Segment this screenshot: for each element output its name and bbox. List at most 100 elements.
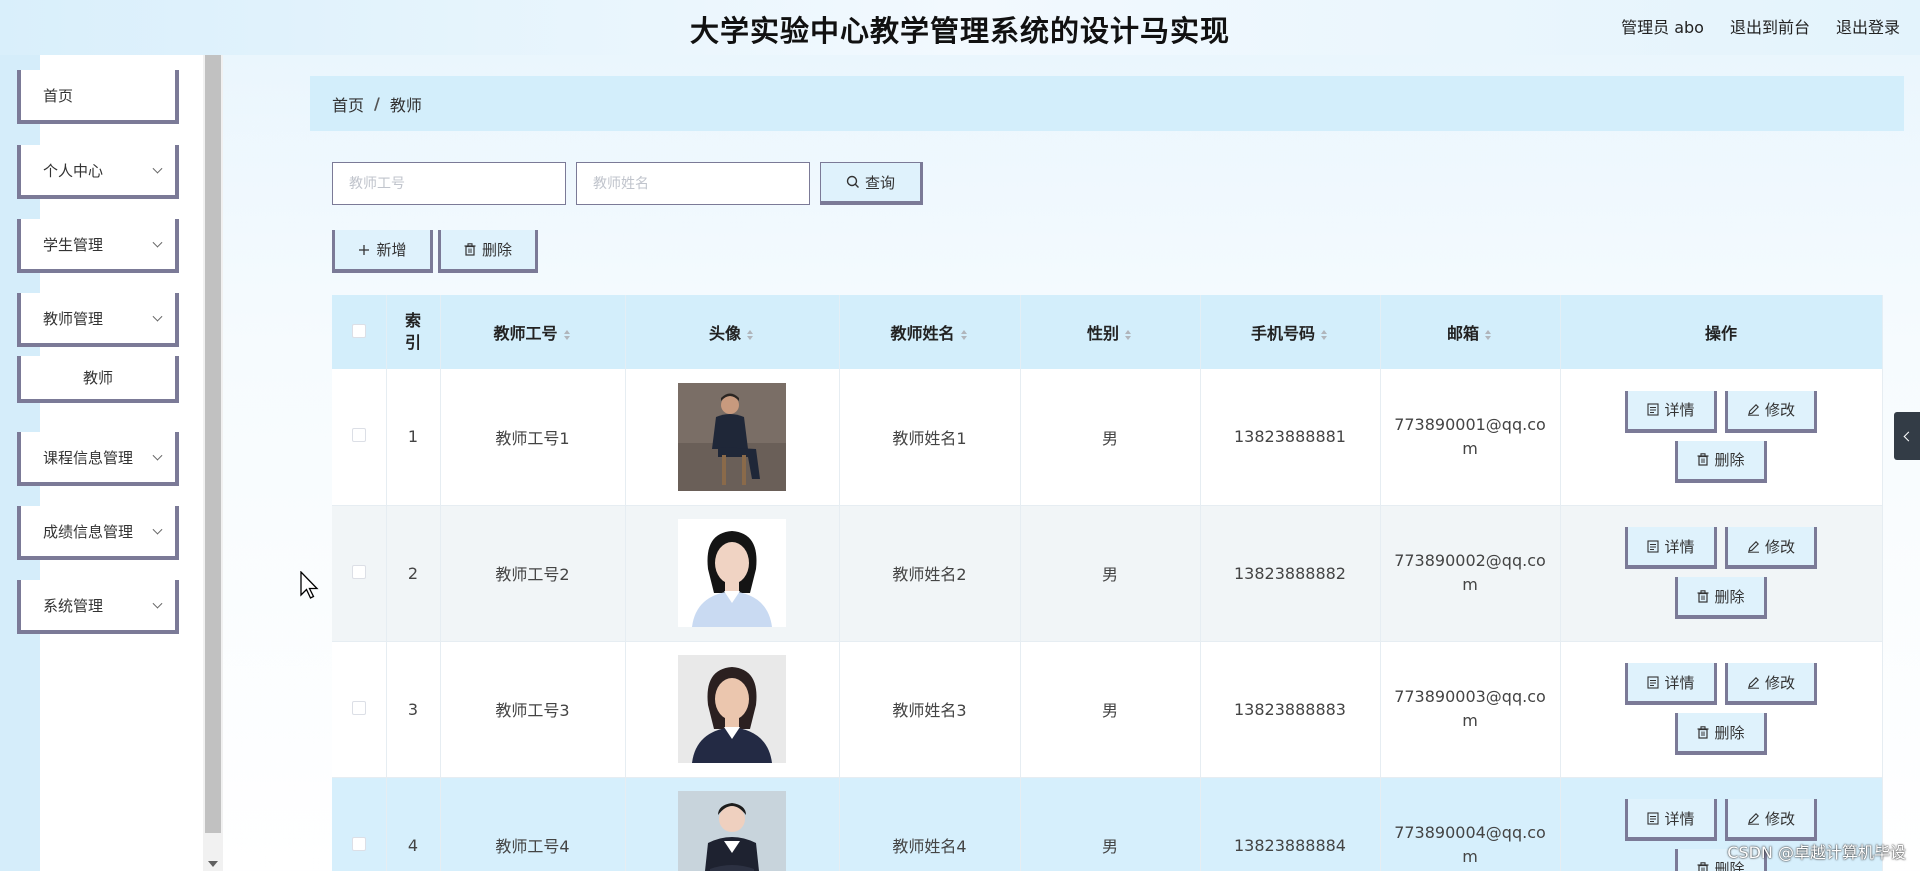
teacher-avatar-image xyxy=(678,655,786,763)
table-row[interactable]: 4 教师工号4 教师姓名4 男 13823888884 773890004@qq… xyxy=(332,777,1883,871)
sidebar-item-label: 系统管理 xyxy=(43,596,104,615)
sidebar-item-label: 成绩信息管理 xyxy=(43,522,134,541)
exit-to-front-link[interactable]: 退出到前台 xyxy=(1730,14,1810,38)
sidebar-item-home[interactable]: 首页 xyxy=(17,70,179,124)
logout-link[interactable]: 退出登录 xyxy=(1836,14,1900,38)
right-collapse-tab[interactable] xyxy=(1894,412,1920,460)
scrollbar-thumb[interactable] xyxy=(205,55,221,833)
sidebar-item-personal-center[interactable]: 个人中心 xyxy=(17,145,179,199)
row-select-cell[interactable] xyxy=(332,641,387,778)
cell-index: 4 xyxy=(386,777,441,871)
sort-icon[interactable] xyxy=(563,329,572,340)
sort-icon[interactable] xyxy=(747,329,755,340)
select-all-header[interactable] xyxy=(332,295,387,369)
sidebar-item-course-management[interactable]: 课程信息管理 xyxy=(17,432,179,486)
breadcrumb-home[interactable]: 首页 xyxy=(332,92,364,116)
search-icon xyxy=(846,175,859,188)
scroll-down-arrow-icon[interactable] xyxy=(208,861,218,867)
header-teacher-no[interactable]: 教师工号 xyxy=(440,295,626,369)
batch-delete-button[interactable]: 删除 xyxy=(438,230,538,273)
sort-icon[interactable] xyxy=(1321,329,1329,340)
table-row[interactable]: 1 教师工号1 教师姓名1 男 13823888881 773890001@qq… xyxy=(332,369,1883,506)
search-bar: 查询 xyxy=(332,162,923,205)
delete-button[interactable]: 删除 xyxy=(1675,440,1767,483)
detail-button[interactable]: 详情 xyxy=(1625,390,1717,433)
edit-icon xyxy=(1747,812,1759,825)
cell-avatar xyxy=(625,369,840,506)
query-button[interactable]: 查询 xyxy=(820,162,923,205)
row-select-cell[interactable] xyxy=(332,777,387,871)
header-avatar[interactable]: 头像 xyxy=(625,295,840,369)
delete-button-label: 删除 xyxy=(1714,587,1745,606)
table-row[interactable]: 2 教师工号2 教师姓名2 男 13823888882 773890002@qq… xyxy=(332,505,1883,642)
cell-gender: 男 xyxy=(1020,777,1201,871)
detail-button-label: 详情 xyxy=(1664,537,1695,556)
cell-phone: 13823888882 xyxy=(1200,505,1381,642)
sort-icon[interactable] xyxy=(1485,329,1493,340)
sidebar-subitem-teacher[interactable]: 教师 xyxy=(17,356,179,403)
header-gender[interactable]: 性别 xyxy=(1020,295,1201,369)
cell-teacher-name: 教师姓名3 xyxy=(839,641,1021,778)
main-content: 首页 / 教师 查询 新增 删除 索引 教师工号 xyxy=(290,55,1910,871)
sidebar-item-system-management[interactable]: 系统管理 xyxy=(17,580,179,634)
cell-gender: 男 xyxy=(1020,505,1201,642)
detail-button[interactable]: 详情 xyxy=(1625,663,1717,705)
row-checkbox[interactable] xyxy=(351,836,366,851)
detail-button[interactable]: 详情 xyxy=(1625,527,1717,569)
breadcrumb-separator: / xyxy=(374,94,380,113)
header-phone[interactable]: 手机号码 xyxy=(1200,295,1381,369)
edit-button[interactable]: 修改 xyxy=(1725,390,1817,433)
row-checkbox[interactable] xyxy=(351,700,366,715)
sidebar-item-teacher-management[interactable]: 教师管理 xyxy=(17,293,179,347)
table-row[interactable]: 3 教师工号3 教师姓名3 男 13823888883 773890003@qq… xyxy=(332,641,1883,778)
chevron-down-icon xyxy=(152,311,163,322)
detail-button-label: 详情 xyxy=(1664,401,1695,420)
edit-button[interactable]: 修改 xyxy=(1725,799,1817,841)
edit-button[interactable]: 修改 xyxy=(1725,663,1817,705)
delete-button[interactable]: 删除 xyxy=(1675,713,1767,755)
cell-teacher-no: 教师工号3 xyxy=(440,641,626,778)
row-actions: 详情 修改 删除 xyxy=(1621,527,1821,619)
header-email[interactable]: 邮箱 xyxy=(1380,295,1561,369)
sort-icon[interactable] xyxy=(960,329,969,340)
watermark: CSDN @卓越计算机毕设 xyxy=(1727,843,1906,862)
edit-icon xyxy=(1747,404,1759,416)
detail-button[interactable]: 详情 xyxy=(1625,799,1717,841)
row-select-cell[interactable] xyxy=(332,505,387,642)
teacher-no-search-input[interactable] xyxy=(332,162,566,205)
header-ops: 操作 xyxy=(1560,295,1883,369)
row-actions: 详情 修改 删除 xyxy=(1621,663,1821,755)
teacher-name-search-input[interactable] xyxy=(576,162,810,205)
detail-button-label: 详情 xyxy=(1664,809,1695,828)
document-icon xyxy=(1647,675,1660,689)
email-text: 773890002@qq.com xyxy=(1394,551,1546,594)
header-index: 索引 xyxy=(386,295,441,369)
cell-index: 1 xyxy=(386,369,441,506)
add-button[interactable]: 新增 xyxy=(332,230,433,273)
sidebar-item-student-management[interactable]: 学生管理 xyxy=(17,219,179,273)
sort-icon[interactable] xyxy=(1125,329,1133,340)
select-all-checkbox[interactable] xyxy=(351,323,366,338)
cell-teacher-no: 教师工号1 xyxy=(440,369,626,506)
delete-button[interactable]: 删除 xyxy=(1675,577,1767,619)
action-bar: 新增 删除 xyxy=(332,230,538,273)
sidebar-item-label: 教师管理 xyxy=(43,309,104,328)
edit-button-label: 修改 xyxy=(1764,401,1795,420)
plus-icon xyxy=(359,244,370,255)
top-header: 大学实验中心教学管理系统的设计马实现 管理员 abo 退出到前台 退出登录 xyxy=(0,0,1920,55)
sidebar-scrollbar[interactable] xyxy=(203,55,223,871)
cell-teacher-name: 教师姓名2 xyxy=(839,505,1021,642)
header-teacher-name[interactable]: 教师姓名 xyxy=(839,295,1021,369)
email-text: 773890004@qq.com xyxy=(1394,823,1546,866)
row-checkbox[interactable] xyxy=(351,564,366,579)
row-select-cell[interactable] xyxy=(332,369,387,506)
cell-phone: 13823888883 xyxy=(1200,641,1381,778)
edit-button[interactable]: 修改 xyxy=(1725,527,1817,569)
cell-avatar xyxy=(625,777,840,871)
cell-teacher-name: 教师姓名1 xyxy=(839,369,1021,506)
batch-delete-button-label: 删除 xyxy=(481,241,512,259)
teacher-avatar-image xyxy=(678,519,786,627)
row-checkbox[interactable] xyxy=(351,428,366,443)
document-icon xyxy=(1647,403,1660,416)
sidebar-item-grade-management[interactable]: 成绩信息管理 xyxy=(17,506,179,560)
